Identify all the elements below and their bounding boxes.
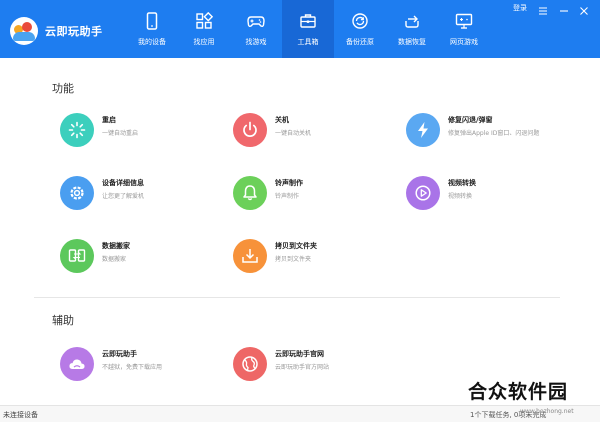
status-bar: 未连接设备 1个下载任务, 0项未完成 bbox=[0, 405, 600, 422]
gamepad-icon bbox=[247, 16, 265, 28]
tool-device-info[interactable]: 设备详细信息 让您更了解爱机 bbox=[60, 176, 210, 216]
tool-desc: 修复弹出Apple ID窗口、闪退问题 bbox=[448, 130, 540, 137]
watermark-text: 合众软件园 bbox=[468, 381, 569, 403]
tool-name: 重启 bbox=[102, 116, 116, 124]
section-divider bbox=[34, 297, 560, 298]
apps-icon bbox=[196, 12, 213, 29]
tool-copy-to-folder[interactable]: 拷贝到文件夹 拷贝到文件夹 bbox=[233, 239, 383, 279]
nav-find-apps[interactable]: 找应用 bbox=[178, 0, 230, 58]
transfer-icon bbox=[60, 239, 94, 273]
nav-find-games[interactable]: 找游戏 bbox=[230, 0, 282, 58]
tool-official-site[interactable]: 云即玩助手官网 云即玩助手官方网站 bbox=[233, 347, 383, 387]
close-icon bbox=[580, 7, 588, 15]
phone-icon bbox=[146, 12, 158, 30]
web-game-icon bbox=[455, 13, 473, 29]
nav-label: 找应用 bbox=[193, 38, 215, 46]
tool-name: 视频转换 bbox=[448, 179, 476, 187]
tool-data-transfer[interactable]: 数据搬家 数据搬家 bbox=[60, 239, 210, 279]
watermark-url: www.hezhong.net bbox=[520, 408, 574, 415]
tool-fix-crash[interactable]: 修复闪退/弹窗 修复弹出Apple ID窗口、闪退问题 bbox=[406, 113, 556, 153]
globe-icon bbox=[233, 347, 267, 381]
nav-label: 备份还原 bbox=[346, 38, 374, 46]
nav-web-games[interactable]: 网页游戏 bbox=[438, 0, 490, 58]
tool-name: 云即玩助手 bbox=[102, 350, 137, 358]
copy-folder-icon bbox=[233, 239, 267, 273]
nav-toolbox[interactable]: 工具箱 bbox=[282, 0, 334, 58]
tool-name: 云即玩助手官网 bbox=[275, 350, 324, 358]
restore-icon bbox=[405, 15, 419, 28]
power-icon bbox=[233, 113, 267, 147]
nav-label: 我的设备 bbox=[138, 38, 166, 46]
tool-name: 数据搬家 bbox=[102, 242, 130, 250]
lightning-icon bbox=[406, 113, 440, 147]
tool-name: 设备详细信息 bbox=[102, 179, 144, 187]
nav-backup-restore[interactable]: 备份还原 bbox=[334, 0, 386, 58]
settings-icon bbox=[60, 176, 94, 210]
tool-desc: 让您更了解爱机 bbox=[102, 193, 145, 200]
bell-icon bbox=[233, 176, 267, 210]
tool-ringtone[interactable]: 铃声制作 铃声制作 bbox=[233, 176, 383, 216]
menu-icon bbox=[539, 7, 547, 15]
top-bar: 云即玩助手 我的设备 找应用 找游戏 工具箱 备份还原 数据恢复 网页游戏 登录 bbox=[0, 0, 600, 58]
tool-video-convert[interactable]: 视频转换 视频转换 bbox=[406, 176, 556, 216]
menu-button[interactable] bbox=[537, 2, 549, 15]
main-nav: 我的设备 找应用 找游戏 工具箱 备份还原 数据恢复 网页游戏 bbox=[126, 0, 490, 58]
cloud-icon bbox=[60, 347, 94, 381]
section-title-assist: 辅助 bbox=[52, 314, 74, 327]
tool-desc: 数据搬家 bbox=[102, 256, 127, 263]
tool-shutdown[interactable]: 关机 一键自动关机 bbox=[233, 113, 383, 153]
minimize-icon bbox=[560, 10, 568, 12]
tool-desc: 一键自动重启 bbox=[102, 130, 139, 137]
play-icon bbox=[406, 176, 440, 210]
tool-name: 修复闪退/弹窗 bbox=[448, 116, 493, 124]
watermark: 合众软件园 bbox=[468, 377, 596, 405]
restart-icon bbox=[60, 113, 94, 147]
nav-label: 找游戏 bbox=[245, 38, 267, 46]
nav-label: 数据恢复 bbox=[398, 38, 426, 46]
tool-desc: 拷贝到文件夹 bbox=[275, 256, 312, 263]
tool-desc: 视频转换 bbox=[448, 193, 473, 200]
close-button[interactable] bbox=[578, 2, 590, 15]
toolbox-icon bbox=[300, 14, 316, 28]
tool-name: 关机 bbox=[275, 116, 289, 124]
nav-label: 网页游戏 bbox=[450, 38, 478, 46]
tool-desc: 云即玩助手官方网站 bbox=[275, 364, 330, 371]
backup-icon bbox=[352, 13, 368, 29]
nav-data-recovery[interactable]: 数据恢复 bbox=[386, 0, 438, 58]
tool-desc: 铃声制作 bbox=[275, 193, 300, 200]
app-title: 云即玩助手 bbox=[45, 25, 103, 38]
minimize-button[interactable] bbox=[558, 2, 570, 14]
tool-name: 铃声制作 bbox=[275, 179, 303, 187]
nav-label: 工具箱 bbox=[297, 38, 319, 46]
section-title-functions: 功能 bbox=[52, 82, 74, 95]
app-logo-icon bbox=[10, 17, 38, 45]
tool-name: 拷贝到文件夹 bbox=[275, 242, 317, 250]
tool-desc: 一键自动关机 bbox=[275, 130, 312, 137]
login-link[interactable]: 登录 bbox=[513, 3, 527, 15]
tool-restart[interactable]: 重启 一键自动重启 bbox=[60, 113, 210, 153]
tool-assistant[interactable]: 云即玩助手 不越狱，免费下载应用 bbox=[60, 347, 210, 387]
nav-my-device[interactable]: 我的设备 bbox=[126, 0, 178, 58]
tool-desc: 不越狱，免费下载应用 bbox=[102, 364, 163, 371]
connection-status: 未连接设备 bbox=[3, 411, 38, 419]
